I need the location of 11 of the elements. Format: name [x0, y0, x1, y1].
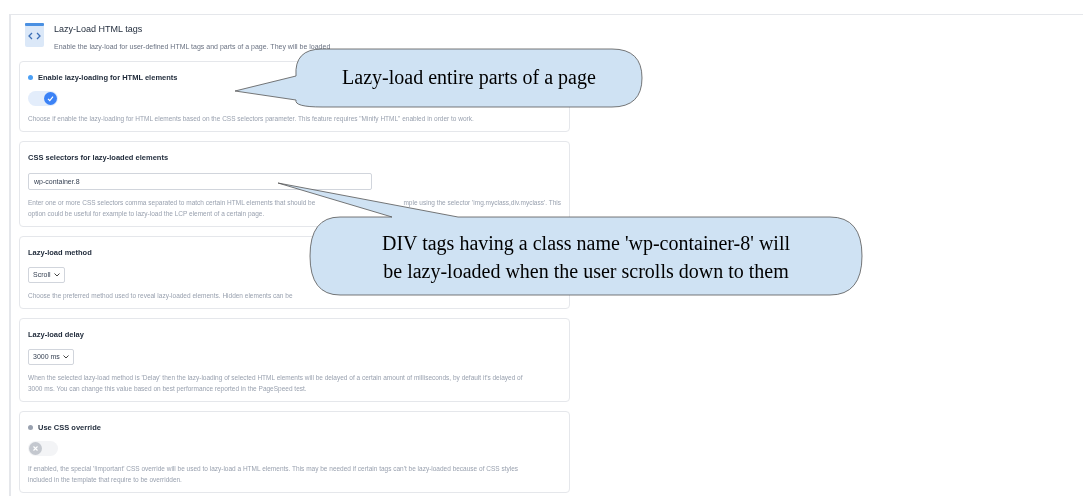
chevron-down-icon — [53, 272, 60, 277]
section-title: Lazy-Load HTML tags — [54, 23, 144, 36]
toggle-switch[interactable] — [28, 91, 58, 107]
close-icon — [29, 442, 42, 456]
toggle-switch[interactable] — [28, 441, 58, 457]
check-icon — [44, 92, 57, 106]
callout-text: Lazy-load entire parts of a page — [342, 65, 596, 91]
code-icon — [25, 23, 44, 47]
callout-text: DIV tags having a class name 'wp-container-8' will — [382, 231, 790, 257]
chevron-down-icon — [62, 355, 69, 359]
callout-text: be lazy-loaded when the user scrolls down to them — [383, 259, 789, 285]
